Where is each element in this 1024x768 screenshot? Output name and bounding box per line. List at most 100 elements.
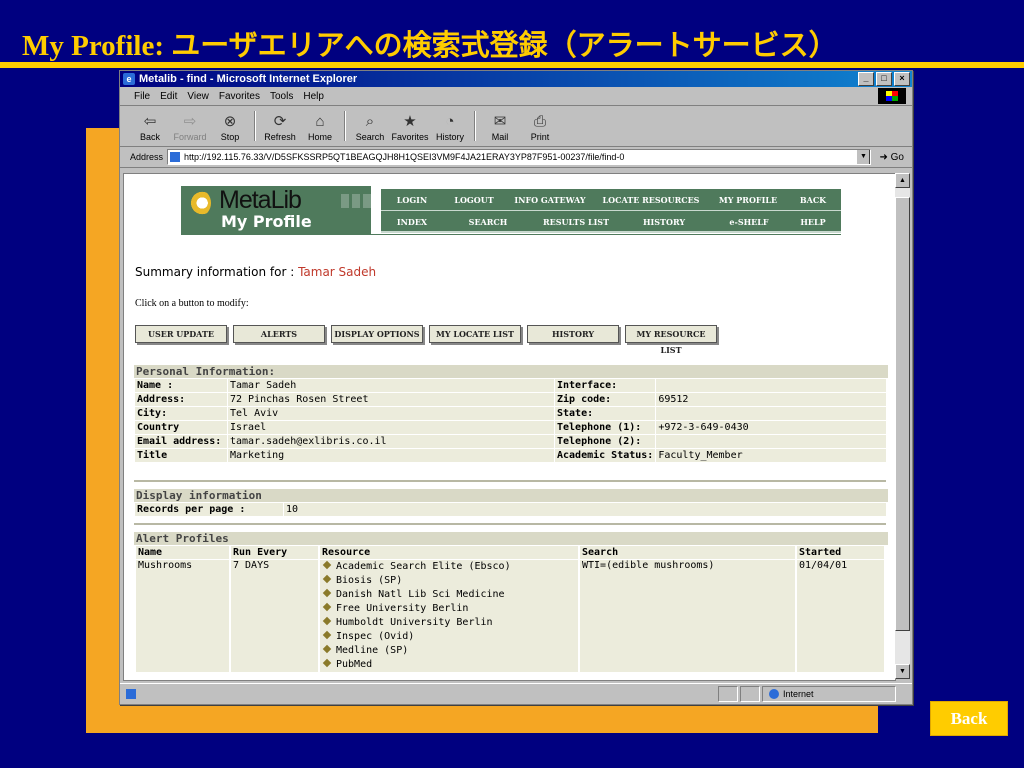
profile-button-row: USER UPDATE ALERTS DISPLAY OPTIONS MY LO…: [135, 325, 723, 355]
my-locate-list-button[interactable]: MY LOCATE LIST: [429, 325, 521, 343]
field-label: Email address:: [135, 435, 227, 448]
my-resource-list-button[interactable]: MY RESOURCE LIST: [625, 325, 717, 355]
nav-my-profile[interactable]: MY PROFILE: [707, 195, 789, 205]
table-row: City: Tel Aviv State:: [135, 407, 886, 420]
summary-heading: Summary information for : Tamar Sadeh: [135, 265, 376, 279]
field-value: 69512: [656, 393, 886, 406]
toolbar-favorites-button[interactable]: ★ Favorites: [390, 112, 430, 146]
bullet-diamond-icon: [322, 560, 332, 570]
toolbar-home-button[interactable]: ⌂ Home: [300, 112, 340, 146]
stop-icon: ⊗: [223, 113, 237, 130]
alert-profiles-table: Name Run Every Resource Search Started M…: [134, 545, 886, 673]
status-zone-label: Internet: [783, 689, 814, 699]
nav-e-shelf[interactable]: e-SHELF: [709, 217, 789, 227]
toolbar-label: Home: [307, 132, 332, 142]
minimize-button[interactable]: _: [858, 72, 874, 86]
field-value: Israel: [228, 421, 554, 434]
history-icon: ◔: [445, 113, 455, 130]
field-value: Tamar Sadeh: [228, 379, 554, 392]
address-input[interactable]: http://192.115.76.33/V/D5SFKSSRP5QT1BEAG…: [167, 149, 872, 165]
maximize-button[interactable]: □: [876, 72, 892, 86]
address-label: Address: [130, 152, 164, 162]
list-item: Free University Berlin: [322, 602, 576, 616]
window-titlebar: e Metalib - find - Microsoft Internet Ex…: [120, 71, 912, 87]
list-item: Biosis (SP): [322, 574, 576, 588]
field-label: Zip code:: [555, 393, 656, 406]
nav-info-gateway[interactable]: INFO GATEWAY: [505, 195, 595, 205]
display-options-button[interactable]: DISPLAY OPTIONS: [331, 325, 423, 343]
menu-favorites[interactable]: Favorites: [219, 91, 260, 102]
toolbar-history-button[interactable]: ◔ History: [430, 112, 470, 146]
alert-run-every: 7 DAYS: [231, 560, 318, 672]
history-button[interactable]: HISTORY: [527, 325, 619, 343]
resource-name: Humboldt University Berlin: [336, 617, 493, 628]
mail-icon: ✉: [493, 113, 507, 130]
alert-row[interactable]: Mushrooms 7 DAYS Academic Search Elite (…: [136, 560, 884, 672]
menu-tools[interactable]: Tools: [270, 91, 293, 102]
toolbar-search-button[interactable]: ⌕ Search: [350, 112, 390, 146]
menu-help[interactable]: Help: [303, 91, 324, 102]
toolbar-refresh-button[interactable]: ⟳ Refresh: [260, 112, 300, 146]
nav-help[interactable]: HELP: [789, 217, 837, 227]
address-dropdown-icon[interactable]: ▼: [856, 150, 871, 164]
toolbar-forward-button[interactable]: ⇨ Forward: [170, 112, 210, 146]
alert-header-row: Name Run Every Resource Search Started: [136, 546, 884, 559]
menu-view[interactable]: View: [187, 91, 209, 102]
go-label: Go: [890, 151, 904, 163]
resource-name: Danish Natl Lib Sci Medicine: [336, 589, 505, 600]
alert-started: 01/04/01: [797, 560, 884, 672]
close-button[interactable]: ×: [894, 72, 910, 86]
alert-col-search: Search: [580, 546, 795, 559]
user-update-button[interactable]: USER UPDATE: [135, 325, 227, 343]
scroll-up-icon[interactable]: ▲: [895, 173, 910, 188]
go-button[interactable]: ➜ Go: [879, 152, 904, 163]
nav-locate-resources[interactable]: LOCATE RESOURCES: [595, 195, 707, 205]
ie-app-icon: e: [123, 73, 135, 85]
bullet-diamond-icon: [322, 658, 332, 668]
alert-col-started: Started: [797, 546, 884, 559]
toolbar-separator: [474, 111, 476, 141]
menu-edit[interactable]: Edit: [160, 91, 177, 102]
slide-back-button[interactable]: Back: [930, 701, 1008, 736]
toolbar-separator: [254, 111, 256, 141]
menu-bar: File Edit View Favorites Tools Help: [120, 87, 912, 106]
records-per-page-label: Records per page :: [135, 503, 283, 516]
nav-back[interactable]: BACK: [789, 195, 837, 205]
list-item: Medline (SP): [322, 644, 576, 658]
home-icon: ⌂: [315, 113, 325, 130]
toolbar-separator: [344, 111, 346, 141]
table-row: Title Marketing Academic Status: Faculty_Me…: [135, 449, 886, 462]
status-bar: Internet: [120, 683, 912, 704]
metalib-swoosh-icon: [189, 190, 211, 216]
status-zone: Internet: [762, 686, 896, 702]
list-item: Humboldt University Berlin: [322, 616, 576, 630]
toolbar-label: Refresh: [264, 132, 296, 142]
personal-info-rule: [134, 480, 886, 482]
bullet-diamond-icon: [322, 574, 332, 584]
alert-resources: Academic Search Elite (Ebsco) Biosis (SP)…: [320, 560, 578, 672]
field-value: [656, 407, 886, 420]
alert-col-name: Name: [136, 546, 229, 559]
records-per-page-value: 10: [284, 503, 886, 516]
modify-hint: Click on a button to modify:: [135, 298, 249, 309]
alert-search: WTI=(edible mushrooms): [580, 560, 795, 672]
nav-results-list[interactable]: RESULTS LIST: [533, 217, 619, 227]
scroll-down-icon[interactable]: ▼: [895, 664, 910, 679]
alert-name: Mushrooms: [136, 560, 229, 672]
alerts-button[interactable]: ALERTS: [233, 325, 325, 343]
nav-history[interactable]: HISTORY: [619, 217, 709, 227]
scroll-thumb[interactable]: [895, 197, 910, 631]
list-item: Academic Search Elite (Ebsco): [322, 560, 576, 574]
toolbar-stop-button[interactable]: ⊗ Stop: [210, 112, 250, 146]
vertical-scrollbar[interactable]: ▲ ▼: [895, 173, 910, 679]
nav-login[interactable]: LOGIN: [381, 195, 443, 205]
nav-search[interactable]: SEARCH: [443, 217, 533, 227]
menu-file[interactable]: File: [134, 91, 150, 102]
nav-index[interactable]: INDEX: [381, 217, 443, 227]
toolbar-print-button[interactable]: ⎙ Print: [520, 112, 560, 146]
bullet-diamond-icon: [322, 602, 332, 612]
toolbar-back-button[interactable]: ⇦ Back: [130, 112, 170, 146]
nav-logout[interactable]: LOGOUT: [443, 195, 505, 205]
toolbar-mail-button[interactable]: ✉ Mail: [480, 112, 520, 146]
windows-logo-icon: [878, 88, 906, 104]
